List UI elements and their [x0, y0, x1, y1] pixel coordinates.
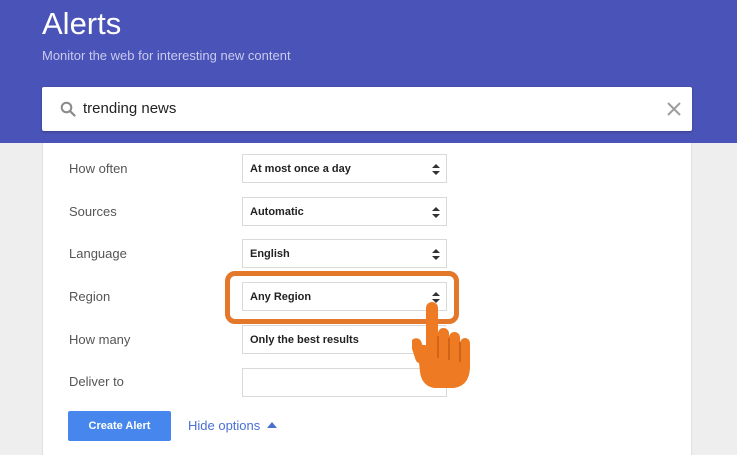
hide-options-link[interactable]: Hide options	[188, 418, 278, 433]
how-often-label: How often	[69, 161, 128, 176]
search-icon	[60, 101, 76, 117]
select-arrows-icon	[432, 164, 440, 175]
select-arrows-icon	[432, 249, 440, 260]
create-alert-button[interactable]: Create Alert	[68, 411, 171, 441]
deliver-to-field[interactable]	[242, 368, 447, 397]
search-box[interactable]: trending news	[42, 87, 692, 131]
language-value: English	[250, 248, 290, 260]
how-many-value: Only the best results	[250, 334, 359, 346]
region-select[interactable]: Any Region	[242, 282, 447, 311]
search-input[interactable]: trending news	[83, 100, 176, 117]
how-many-select[interactable]: Only the best results	[242, 325, 447, 354]
select-arrows-icon	[432, 207, 440, 218]
how-many-label: How many	[69, 332, 131, 347]
sources-value: Automatic	[250, 206, 304, 218]
region-value: Any Region	[250, 291, 312, 303]
deliver-to-label: Deliver to	[69, 374, 124, 389]
language-select[interactable]: English	[242, 239, 447, 268]
close-icon[interactable]	[665, 100, 683, 118]
how-often-select[interactable]: At most once a day	[242, 154, 447, 183]
page-title: Alerts	[42, 6, 122, 41]
sources-select[interactable]: Automatic	[242, 197, 447, 226]
alert-options-panel: How often At most once a day Sources Aut…	[42, 143, 692, 455]
sources-label: Sources	[69, 204, 117, 219]
region-label: Region	[69, 289, 111, 304]
page-subtitle: Monitor the web for interesting new cont…	[42, 48, 291, 63]
caret-up-icon	[267, 422, 278, 428]
select-arrows-icon	[432, 292, 440, 303]
hide-options-label: Hide options	[188, 418, 261, 433]
how-often-value: At most once a day	[250, 163, 351, 175]
language-label: Language	[69, 246, 127, 261]
